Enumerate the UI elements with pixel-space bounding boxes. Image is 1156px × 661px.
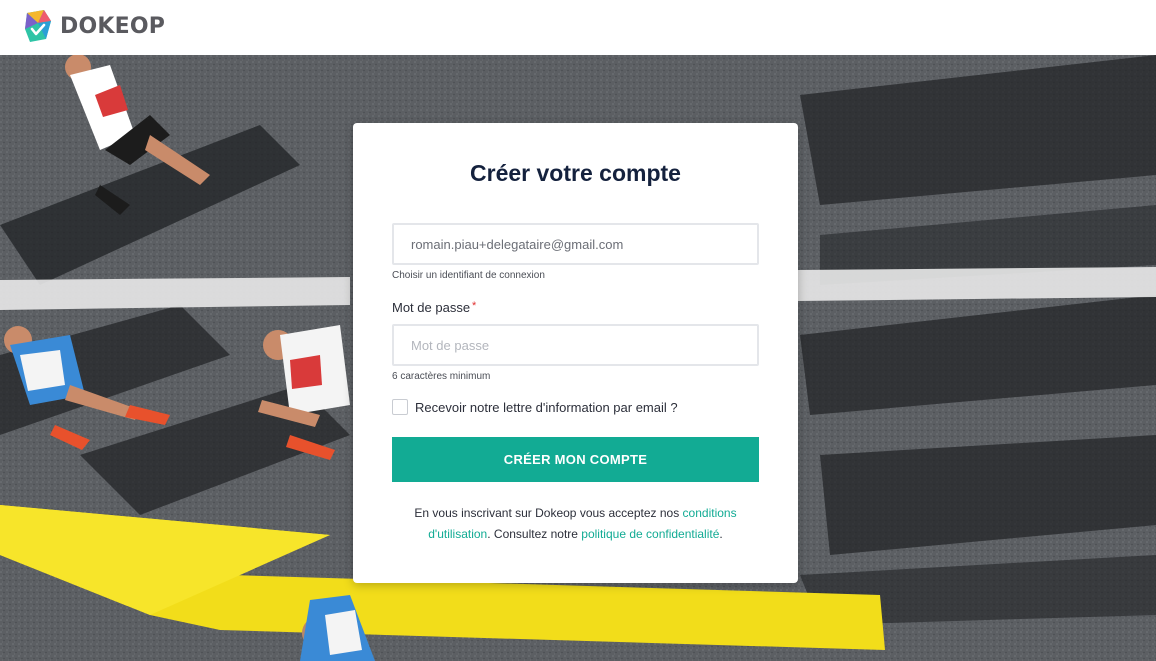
- password-field-container: [392, 324, 759, 366]
- brand-name: DOKEOP: [60, 13, 166, 39]
- newsletter-option[interactable]: Recevoir notre lettre d'information par …: [392, 399, 678, 415]
- password-label: Mot de passe *: [392, 300, 476, 315]
- password-hint: 6 caractères minimum: [392, 371, 491, 382]
- legal-text-3: .: [719, 527, 723, 541]
- email-input[interactable]: [394, 225, 757, 263]
- privacy-policy-link[interactable]: politique de confidentialité: [581, 527, 719, 541]
- page-title: Créer votre compte: [470, 160, 681, 186]
- legal-text-2: . Consultez notre: [487, 527, 582, 541]
- email-hint: Choisir un identifiant de connexion: [392, 270, 545, 281]
- dokeop-logo-icon: [25, 10, 51, 42]
- email-field-container: [392, 223, 759, 265]
- newsletter-checkbox[interactable]: [392, 399, 408, 415]
- legal-notice: En vous inscrivant sur Dokeop vous accep…: [392, 503, 759, 545]
- password-input[interactable]: [394, 326, 757, 364]
- newsletter-label[interactable]: Recevoir notre lettre d'information par …: [415, 400, 678, 415]
- password-label-text: Mot de passe: [392, 300, 471, 315]
- required-mark: *: [472, 300, 477, 312]
- create-account-button[interactable]: CRÉER MON COMPTE: [392, 437, 759, 482]
- legal-text-1: En vous inscrivant sur Dokeop vous accep…: [414, 506, 683, 520]
- brand-logo[interactable]: DOKEOP: [24, 8, 165, 44]
- signup-card: Créer votre compte Choisir un identifian…: [353, 123, 798, 583]
- top-header: DOKEOP: [0, 0, 1156, 55]
